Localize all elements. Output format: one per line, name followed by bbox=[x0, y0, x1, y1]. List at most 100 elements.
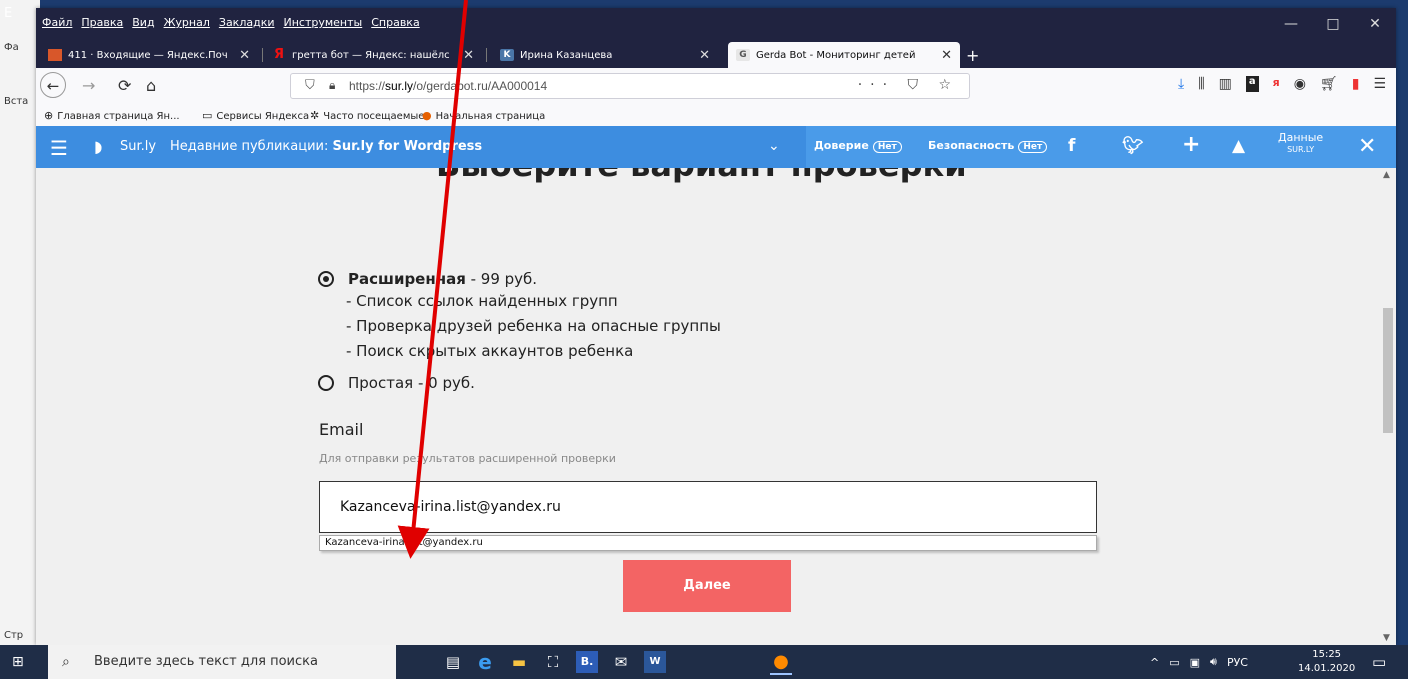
toolbar-icons: ⤓ ⫼ ▥ a я ◉ 🛒︎ ▮ ☰ bbox=[1178, 76, 1386, 92]
menu-file[interactable]: Файл bbox=[42, 16, 72, 29]
menu-help[interactable]: Справка bbox=[371, 16, 419, 29]
background-app-text: Фа bbox=[4, 42, 19, 53]
tab-vk-profile[interactable]: K Ирина Казанцева ✕ bbox=[492, 42, 718, 68]
security-indicator[interactable]: Безопасность Нет bbox=[928, 139, 1048, 153]
bookmark-most-visited[interactable]: ✲ Часто посещаемые bbox=[310, 109, 424, 122]
search-icon: ⌕ bbox=[62, 654, 70, 670]
amazon-icon[interactable]: a bbox=[1245, 76, 1259, 92]
hamburger-menu-icon[interactable]: ☰ bbox=[1373, 76, 1386, 92]
vk-icon: K bbox=[500, 49, 514, 61]
background-app-text: Е bbox=[4, 6, 13, 21]
tab-gerda-bot[interactable]: G Gerda Bot - Мониторинг детей ✕ bbox=[728, 42, 960, 68]
background-app-text: Вста bbox=[4, 96, 29, 107]
scrollbar-thumb[interactable] bbox=[1383, 308, 1393, 433]
yandex-extension-icon[interactable]: я bbox=[1273, 76, 1280, 92]
tab-yandex-search[interactable]: Я гретта бот — Яндекс: нашёлс ✕ bbox=[264, 42, 482, 68]
language-indicator[interactable]: РУС bbox=[1227, 656, 1248, 669]
autocomplete-suggestion[interactable]: Kazanceva-irina.list@yandex.ru bbox=[319, 535, 1097, 551]
tab-separator bbox=[262, 48, 263, 62]
store-icon[interactable]: ⛶ bbox=[542, 651, 564, 673]
background-app-text: Стр bbox=[4, 630, 24, 641]
taskbar-search[interactable]: ⌕ Введите здесь текст для поиска bbox=[48, 645, 396, 679]
email-label: Email bbox=[319, 420, 364, 439]
word-icon[interactable]: W bbox=[644, 651, 666, 673]
home-button[interactable]: ⌂ bbox=[146, 76, 156, 95]
insecure-lock-icon[interactable]: 🔒︎ bbox=[329, 78, 335, 93]
mail-icon bbox=[48, 49, 62, 61]
scroll-up-icon[interactable]: ▲ bbox=[1383, 170, 1390, 180]
extension-icon[interactable]: ◉ bbox=[1294, 76, 1306, 92]
menu-history[interactable]: Журнал bbox=[164, 16, 210, 29]
surly-brand[interactable]: Sur.ly bbox=[120, 139, 156, 154]
clock-date: 14.01.2020 bbox=[1298, 663, 1356, 674]
bookmark-flag-icon[interactable]: ▮ bbox=[1352, 76, 1360, 92]
option-extended[interactable]: Расширенная - 99 руб. bbox=[318, 270, 537, 288]
add-icon[interactable]: + bbox=[1182, 132, 1200, 157]
new-tab-button[interactable]: + bbox=[966, 46, 979, 65]
reload-button[interactable]: ⟳ bbox=[118, 76, 131, 95]
bookmark-start-page[interactable]: ● Начальная страница bbox=[422, 109, 545, 122]
gear-icon: ✲ bbox=[310, 109, 320, 122]
email-field[interactable]: Kazanceva-irina.list@yandex.ru bbox=[319, 481, 1097, 533]
bookmark-yandex-services[interactable]: ▭ Сервисы Яндекса bbox=[202, 109, 309, 122]
page-title: Выберите вариант проверки bbox=[436, 168, 967, 184]
folder-icon: ▭ bbox=[202, 109, 213, 122]
close-icon[interactable]: ✕ bbox=[941, 48, 952, 63]
file-explorer-icon[interactable]: ▬ bbox=[508, 651, 530, 673]
volume-icon[interactable]: 🔊︎ bbox=[1210, 655, 1217, 669]
facebook-icon[interactable]: f bbox=[1068, 136, 1075, 156]
task-view-icon[interactable]: ▤ bbox=[442, 651, 464, 673]
display-icon[interactable]: ▣ bbox=[1190, 656, 1200, 669]
trust-indicator[interactable]: Доверие Нет bbox=[814, 139, 902, 153]
recent-publications[interactable]: Недавние публикации: Sur.ly for Wordpres… bbox=[170, 139, 482, 154]
url-bar[interactable]: ⛉ 🔒︎ https://sur.ly/o/gerdabot.ru/AA0000… bbox=[290, 73, 970, 99]
close-icon[interactable]: ✕ bbox=[1358, 134, 1376, 159]
notification-icon[interactable]: ▭ bbox=[1372, 653, 1386, 671]
warning-icon[interactable]: ▲ bbox=[1232, 136, 1245, 156]
option-simple[interactable]: Простая - 0 руб. bbox=[318, 374, 475, 392]
forward-button[interactable]: → bbox=[82, 76, 95, 95]
network-icon[interactable]: ▭ bbox=[1169, 656, 1179, 669]
radio-simple[interactable] bbox=[318, 375, 334, 391]
menu-edit[interactable]: Правка bbox=[81, 16, 123, 29]
close-icon[interactable]: ✕ bbox=[463, 48, 474, 63]
menu-tools[interactable]: Инструменты bbox=[284, 16, 363, 29]
cart-icon[interactable]: 🛒︎ bbox=[1320, 76, 1338, 92]
bookmark-yandex-home[interactable]: ⊕ Главная страница Ян... bbox=[44, 109, 180, 122]
tray-expand-icon[interactable]: ^ bbox=[1150, 656, 1159, 669]
minimize-button[interactable]: — bbox=[1270, 8, 1312, 40]
close-icon[interactable]: ✕ bbox=[699, 48, 710, 63]
data-button[interactable]: Данные SUR.LY bbox=[1278, 132, 1323, 156]
clock[interactable]: 15:25 14.01.2020 bbox=[1298, 648, 1355, 676]
library-icon[interactable]: ⫼ bbox=[1198, 76, 1204, 92]
close-icon[interactable]: ✕ bbox=[239, 48, 250, 63]
mail-app-icon[interactable]: ✉ bbox=[610, 651, 632, 673]
surly-menu-icon[interactable]: ☰ bbox=[50, 136, 68, 160]
edge-icon[interactable]: e bbox=[474, 651, 496, 673]
chevron-down-icon[interactable]: ⌄ bbox=[768, 138, 780, 154]
email-hint: Для отправки результатов расширенной про… bbox=[319, 452, 616, 465]
url-text[interactable]: https://sur.ly/o/gerdabot.ru/AA000014 bbox=[349, 79, 547, 93]
page-actions[interactable]: ··· ⛉ ☆ bbox=[858, 77, 959, 93]
twitter-icon[interactable]: 🐦︎ bbox=[1122, 136, 1144, 156]
menu-view[interactable]: Вид bbox=[132, 16, 154, 29]
maximize-button[interactable]: □ bbox=[1312, 8, 1354, 40]
windows-start-icon[interactable]: ⊞ bbox=[12, 654, 24, 670]
close-window-button[interactable]: ✕ bbox=[1354, 8, 1396, 40]
back-button[interactable]: ← bbox=[40, 72, 66, 98]
scroll-down-icon[interactable]: ▼ bbox=[1383, 633, 1390, 643]
next-button[interactable]: Далее bbox=[623, 560, 791, 612]
sidebar-icon[interactable]: ▥ bbox=[1219, 76, 1232, 92]
gerda-icon: G bbox=[736, 49, 750, 61]
shield-icon[interactable]: ⛉ bbox=[305, 78, 315, 93]
menu-bookmarks[interactable]: Закладки bbox=[219, 16, 275, 29]
scrollbar[interactable]: ▲ ▼ bbox=[1380, 168, 1396, 645]
bookmarks-bar: ⊕ Главная страница Ян... ▭ Сервисы Яндекса… bbox=[36, 104, 1396, 127]
download-icon[interactable]: ⤓ bbox=[1178, 76, 1184, 92]
radio-extended[interactable] bbox=[318, 271, 334, 287]
background-application: Е Фа Вста Стр bbox=[0, 0, 40, 645]
surly-logo-icon: ◗ bbox=[94, 137, 103, 156]
app-b-icon[interactable]: B. bbox=[576, 651, 598, 673]
firefox-taskbar-icon[interactable]: ● bbox=[770, 651, 792, 675]
tab-yandex-mail[interactable]: 411 · Входящие — Яндекс.Поч ✕ bbox=[40, 42, 258, 68]
